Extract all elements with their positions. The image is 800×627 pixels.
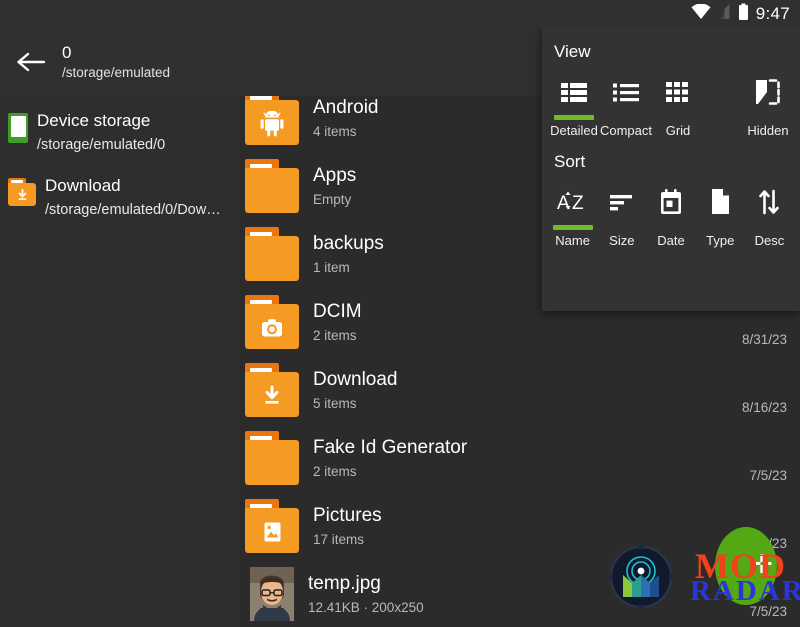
view-option-label: Compact — [600, 123, 652, 138]
sort-option-desc[interactable]: Desc — [747, 182, 792, 248]
sidebar-item-label: Download — [45, 173, 221, 198]
status-bar-clock: 9:47 — [756, 4, 790, 24]
breadcrumb-folder-name: 0 — [62, 43, 170, 63]
detailed-view-icon — [560, 72, 588, 112]
selection-indicator — [553, 225, 593, 230]
device-storage-icon — [8, 113, 28, 143]
table-row[interactable]: Download 5 items 8/16/23 — [240, 356, 800, 424]
file-subtitle: 2 items — [313, 325, 362, 346]
download-folder-icon — [245, 363, 299, 417]
back-arrow-icon[interactable] — [0, 28, 62, 96]
file-subtitle: 4 items — [313, 121, 379, 142]
file-date: 7/5/23 — [749, 604, 787, 619]
sort-option-label: Size — [609, 233, 634, 248]
breadcrumb[interactable]: 0 /storage/emulated — [62, 43, 170, 82]
view-option-compact[interactable]: Compact — [602, 72, 650, 138]
table-row[interactable]: Pictures 17 items /23 — [240, 492, 800, 560]
selection-indicator — [658, 115, 698, 120]
sidebar: Device storage /storage/emulated/0 Downl… — [0, 96, 240, 627]
file-subtitle: 5 items — [313, 393, 398, 414]
file-subtitle: 17 items — [313, 529, 382, 550]
view-sort-popup-menu[interactable]: View Detailed Compact — [542, 28, 800, 311]
selection-indicator — [748, 115, 788, 120]
file-name: DCIM — [313, 299, 362, 325]
sort-option-label: Name — [555, 233, 590, 248]
file-date: 8/31/23 — [742, 332, 787, 347]
sort-options: A Z Name Size — [542, 182, 800, 248]
camera-folder-icon — [245, 295, 299, 349]
view-option-grid[interactable]: Grid — [654, 72, 702, 138]
android-folder-icon — [245, 91, 299, 145]
selection-indicator — [554, 115, 594, 120]
view-section-title: View — [542, 42, 800, 62]
sort-direction-icon — [756, 182, 782, 222]
file-name: backups — [313, 231, 384, 257]
breadcrumb-folder-path: /storage/emulated — [62, 63, 170, 82]
file-name: Fake Id Generator — [313, 435, 467, 461]
file-type-icon — [708, 182, 732, 222]
wifi-icon — [691, 4, 711, 25]
picture-folder-icon — [245, 499, 299, 553]
file-name: Pictures — [313, 503, 382, 529]
selection-indicator — [602, 225, 642, 230]
file-date: 8/16/23 — [742, 400, 787, 415]
sort-option-label: Type — [706, 233, 734, 248]
status-bar: 9:47 — [0, 0, 800, 28]
selection-indicator — [749, 225, 789, 230]
selection-indicator — [606, 115, 646, 120]
table-row[interactable]: temp.jpg 12.41KB · 200x250 7/5/23 — [240, 560, 800, 627]
sidebar-item-path: /storage/emulated/0 — [37, 133, 165, 157]
folder-icon — [245, 227, 299, 281]
file-date: 7/5/23 — [749, 468, 787, 483]
view-option-label: Detailed — [550, 123, 598, 138]
view-option-detailed[interactable]: Detailed — [550, 72, 598, 138]
sort-option-date[interactable]: Date — [648, 182, 693, 248]
svg-text:A: A — [557, 193, 570, 214]
download-folder-icon — [8, 178, 36, 206]
view-option-label: Grid — [666, 123, 691, 138]
folder-icon — [245, 431, 299, 485]
sort-size-icon — [608, 182, 636, 222]
file-subtitle: 2 items — [313, 461, 467, 482]
file-subtitle: 1 item — [313, 257, 384, 278]
svg-text:Z: Z — [572, 193, 584, 214]
view-option-label: Hidden — [747, 123, 788, 138]
file-name: Download — [313, 367, 398, 393]
compact-view-icon — [612, 72, 640, 112]
sidebar-item-label: Device storage — [37, 108, 165, 133]
view-option-hidden[interactable]: Hidden — [744, 72, 792, 138]
sort-option-label: Date — [657, 233, 684, 248]
sidebar-item-path: /storage/emulated/0/Dow… — [45, 198, 221, 222]
file-name: Android — [313, 95, 379, 121]
file-name: Apps — [313, 163, 356, 189]
folder-icon — [245, 159, 299, 213]
app-header: 0 /storage/emulated — [0, 28, 542, 96]
sidebar-item-download[interactable]: Download /storage/emulated/0/Dow… — [0, 167, 240, 232]
calendar-icon — [658, 182, 684, 222]
sort-option-type[interactable]: Type — [698, 182, 743, 248]
file-date: /23 — [768, 536, 787, 551]
file-name: temp.jpg — [308, 571, 424, 597]
sort-option-size[interactable]: Size — [599, 182, 644, 248]
signal-icon — [718, 3, 731, 25]
battery-icon — [738, 3, 749, 26]
sidebar-item-device-storage[interactable]: Device storage /storage/emulated/0 — [0, 102, 240, 167]
image-thumbnail — [250, 567, 294, 621]
file-subtitle: Empty — [313, 189, 356, 210]
grid-view-icon — [665, 72, 691, 112]
file-subtitle: 12.41KB · 200x250 — [308, 597, 424, 618]
sort-alpha-icon: A Z — [556, 182, 590, 222]
sort-option-name[interactable]: A Z Name — [550, 182, 595, 248]
sort-option-label: Desc — [755, 233, 785, 248]
hidden-files-icon — [753, 72, 783, 112]
selection-indicator — [700, 225, 740, 230]
view-options: Detailed Compact Grid — [542, 72, 800, 138]
table-row[interactable]: Fake Id Generator 2 items 7/5/23 — [240, 424, 800, 492]
selection-indicator — [651, 225, 691, 230]
sort-section-title: Sort — [542, 152, 800, 172]
